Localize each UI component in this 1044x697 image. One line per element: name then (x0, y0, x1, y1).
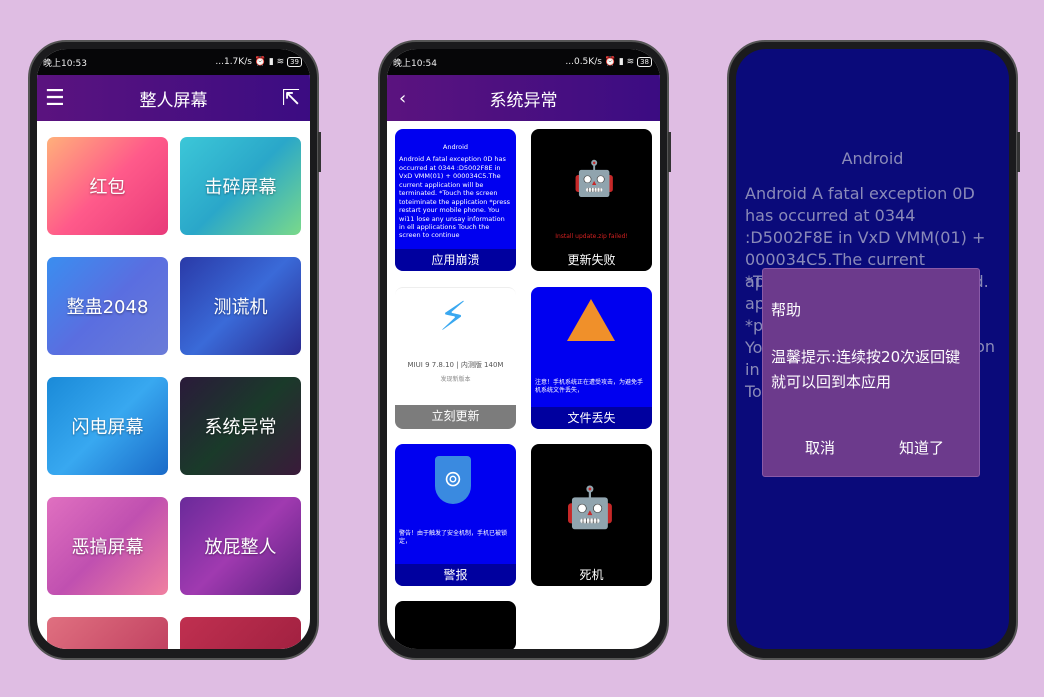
dialog-title: 帮助 (771, 301, 802, 319)
status-bar: 晚上10:54 ...0.5K/s ⏰ ▮ ≋ 38 (387, 49, 660, 75)
menu-icon[interactable]: ☰ (45, 86, 65, 111)
preview-sub: 发现新版本 (440, 376, 471, 383)
tile-label: 系统异常 (204, 417, 277, 438)
tile-label: 死机 (531, 564, 652, 586)
network-speed: ...1.7K/s (215, 57, 252, 67)
tile-fart-prank[interactable]: 放屁整人 (180, 497, 301, 595)
cancel-button[interactable]: 取消 (805, 437, 835, 458)
tile-label: 红包 (89, 177, 126, 198)
battery-icon: 39 (287, 57, 302, 67)
help-dialog: 帮助 温馨提示:连续按20次返回键就可以回到本应用 取消 知道了 (762, 268, 980, 477)
tile-partial[interactable] (395, 601, 516, 649)
lightning-icon: ⚡ (439, 294, 468, 340)
tile-system-error[interactable]: 系统异常 (180, 377, 301, 475)
android-warning-icon: 🤖 (573, 159, 616, 199)
preview-text: Android A fatal exception 0D has occurre… (399, 155, 511, 240)
tile-update-now[interactable]: ⚡ MIUI 9 7.8.10 | 内测版 140M 发现新版本 立刻更新 (395, 287, 516, 429)
app-header: ‹ 系统异常 (387, 75, 660, 121)
ok-button[interactable]: 知道了 (899, 437, 944, 458)
app-header: ☰ 整人屏幕 ⇱ (37, 75, 310, 121)
tile-label: 文件丢失 (531, 407, 652, 429)
screen: 晚上10:53 ...1.7K/s ⏰ ▮ ≋ 39 ☰ 整人屏幕 ⇱ 红包 击碎… (37, 49, 310, 649)
tile-lie-detector[interactable]: 测谎机 (180, 257, 301, 355)
tile-partial[interactable] (47, 617, 168, 649)
fingerprint-shield-icon: ⊚ (435, 456, 471, 504)
phone-home: 晚上10:53 ...1.7K/s ⏰ ▮ ≋ 39 ☰ 整人屏幕 ⇱ 红包 击碎… (28, 40, 321, 660)
tile-label: 警报 (395, 564, 516, 586)
tile-freeze[interactable]: 🤖 死机 (531, 444, 652, 586)
dialog-message: 温馨提示:连续按20次返回键就可以回到本应用 (771, 348, 961, 391)
tile-label: 恶搞屏幕 (71, 537, 144, 558)
network-speed: ...0.5K/s (565, 57, 602, 67)
tile-2048[interactable]: 整蛊2048 (47, 257, 168, 355)
tile-label: 整蛊2048 (66, 297, 149, 318)
phone-system-error: 晚上10:54 ...0.5K/s ⏰ ▮ ≋ 38 ‹ 系统异常 Android… (378, 40, 671, 660)
tile-label: 击碎屏幕 (204, 177, 277, 198)
page-title: 系统异常 (489, 90, 558, 111)
back-icon[interactable]: ‹ (399, 88, 406, 109)
preview-text: MIUI 9 7.8.10 | 内测版 140M (407, 361, 504, 369)
tile-label: 闪电屏幕 (71, 417, 144, 438)
tile-label: 应用崩溃 (395, 249, 516, 271)
warning-icon (567, 299, 615, 341)
page-title: 整人屏幕 (139, 90, 208, 111)
tile-app-crash[interactable]: Android Android A fatal exception 0D has… (395, 129, 516, 271)
battery-icon: 38 (637, 57, 652, 67)
tile-partial[interactable] (180, 617, 301, 649)
phone-crash-dialog: Android Android A fatal exception 0D has… (727, 40, 1020, 660)
broken-android-icon: 🤖 (565, 485, 615, 531)
status-bar: 晚上10:53 ...1.7K/s ⏰ ▮ ≋ 39 (37, 49, 310, 75)
screen: 晚上10:54 ...0.5K/s ⏰ ▮ ≋ 38 ‹ 系统异常 Android… (387, 49, 660, 649)
status-time: 晚上10:54 (393, 58, 437, 69)
preview-text: 注意！手机系统正在遭受攻击，为避免手机系统文件丢失， (535, 379, 644, 394)
screen: Android Android A fatal exception 0D has… (736, 49, 1009, 649)
preview-text: 警告！由于触发了安全机制，手机已被锁定， (399, 530, 508, 545)
tile-update-failed[interactable]: 🤖 Install update.zip failed! 更新失败 (531, 129, 652, 271)
preview-text: Install update.zip failed! (555, 233, 628, 240)
tile-lightning-screen[interactable]: 闪电屏幕 (47, 377, 168, 475)
preview-title: Android (442, 143, 469, 151)
tile-red-packet[interactable]: 红包 (47, 137, 168, 235)
share-icon[interactable]: ⇱ (282, 86, 300, 111)
tile-label: 更新失败 (531, 249, 652, 271)
crash-title: Android (841, 149, 904, 168)
tile-label: 立刻更新 (395, 405, 516, 429)
tile-file-lost[interactable]: 注意！手机系统正在遭受攻击，为避免手机系统文件丢失， 文件丢失 (531, 287, 652, 429)
status-time: 晚上10:53 (43, 58, 87, 69)
tile-label: 测谎机 (213, 297, 268, 318)
tile-prank-screen[interactable]: 恶搞屏幕 (47, 497, 168, 595)
tile-shatter-screen[interactable]: 击碎屏幕 (180, 137, 301, 235)
tile-label: 放屁整人 (204, 537, 277, 558)
tile-alert[interactable]: ⊚ 警告！由于触发了安全机制，手机已被锁定， 警报 (395, 444, 516, 586)
